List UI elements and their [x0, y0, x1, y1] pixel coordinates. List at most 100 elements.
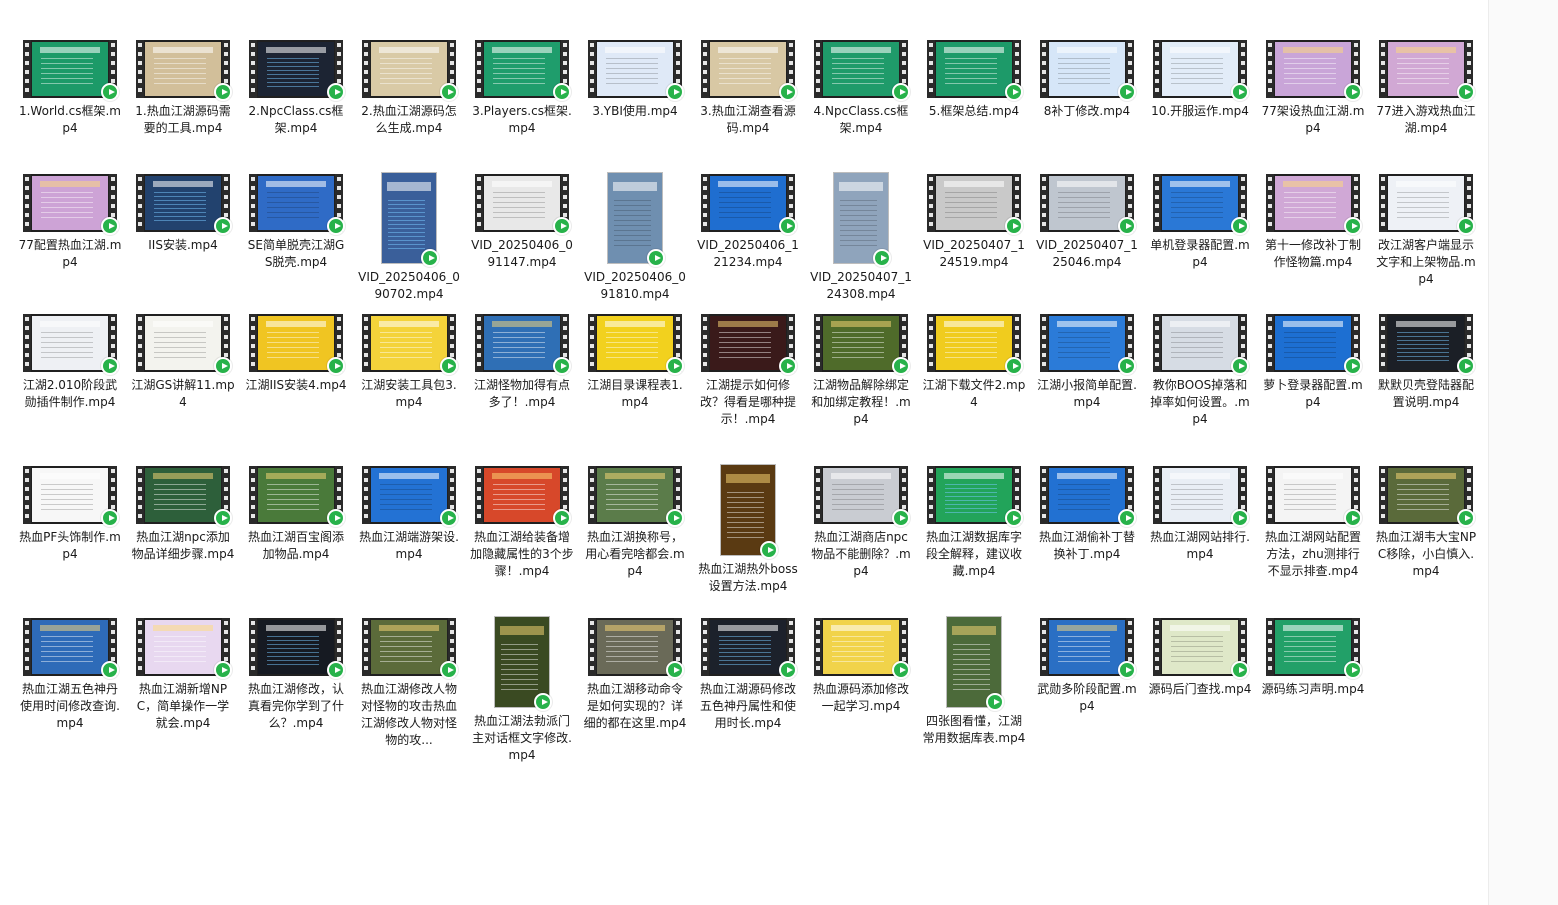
thumbnail-image [258, 620, 334, 674]
file-item[interactable]: 热血江湖五色神丹使用时间修改查询.mp4 [16, 616, 124, 732]
file-item[interactable]: 单机登录器配置.mp4 [1146, 172, 1254, 271]
file-item[interactable]: VID_20250407_124519.mp4 [920, 172, 1028, 271]
file-item[interactable]: 3.热血江湖查看源码.mp4 [694, 38, 802, 137]
file-item[interactable]: VID_20250406_121234.mp4 [694, 172, 802, 271]
video-thumbnail [136, 618, 232, 679]
file-name: SE简单脱壳江湖GS脱壳.mp4 [247, 238, 345, 269]
play-icon [1457, 83, 1475, 101]
file-item[interactable]: 77配置热血江湖.mp4 [16, 172, 124, 271]
film-strip-holes [1379, 40, 1387, 98]
thumbnail-image [1388, 176, 1464, 230]
file-item[interactable]: 热血江湖给装备增加隐藏属性的3个步骤！.mp4 [468, 464, 576, 580]
file-item[interactable]: 77进入游戏热血江湖.mp4 [1372, 38, 1480, 137]
file-item[interactable]: 江湖小报简单配置.mp4 [1033, 312, 1141, 411]
file-item[interactable]: 热血江湖源码修改五色神丹属性和使用时长.mp4 [694, 616, 802, 732]
file-item[interactable]: 江湖怪物加得有点多了！.mp4 [468, 312, 576, 411]
film-strip-holes [475, 174, 483, 232]
file-item[interactable]: 3.Players.cs框架.mp4 [468, 38, 576, 137]
file-item[interactable]: 江湖2.010阶段武勋插件制作.mp4 [16, 312, 124, 411]
thumbnail-image [32, 176, 108, 230]
file-item[interactable]: 热血江湖修改人物对怪物的攻击热血江湖修改人物对怪物的攻... [355, 616, 463, 749]
file-name: 源码后门查找.mp4 [1148, 682, 1252, 696]
file-item[interactable]: 改江湖客户端显示文字和上架物品.mp4 [1372, 172, 1480, 288]
file-name: 热血江湖npc添加物品详细步骤.mp4 [131, 530, 235, 561]
file-item[interactable]: 江湖下载文件2.mp4 [920, 312, 1028, 411]
play-icon [553, 509, 571, 527]
file-item[interactable]: 77架设热血江湖.mp4 [1259, 38, 1367, 137]
film-strip-holes [927, 174, 935, 232]
video-thumbnail [23, 314, 119, 375]
file-item[interactable]: 热血江湖网站配置方法，zhu测排行不显示排查.mp4 [1259, 464, 1367, 580]
file-item[interactable]: 四张图看懂，江湖常用数据库表.mp4 [920, 616, 1028, 747]
file-item[interactable]: 热血江湖移动命令是如何实现的？详细的都在这里.mp4 [581, 616, 689, 732]
play-icon [1118, 217, 1136, 235]
play-icon [1231, 83, 1249, 101]
thumbnail-image [823, 468, 899, 522]
file-item[interactable]: 热血江湖韦大宝NPC移除，小白慎入.mp4 [1372, 464, 1480, 580]
file-item[interactable]: 3.YBI使用.mp4 [581, 38, 689, 120]
file-item[interactable]: 1.热血江湖源码需要的工具.mp4 [129, 38, 237, 137]
file-item[interactable]: 第十一修改补丁制作怪物篇.mp4 [1259, 172, 1367, 271]
thumbnail-image [1162, 176, 1238, 230]
file-name: 2.热血江湖源码怎么生成.mp4 [361, 104, 457, 135]
film-strip-holes [1379, 466, 1387, 524]
film-strip-holes [1153, 466, 1161, 524]
film-strip-holes [362, 314, 370, 372]
file-item[interactable]: 热血江湖百宝阁添加物品.mp4 [242, 464, 350, 563]
file-item[interactable]: 武勋多阶段配置.mp4 [1033, 616, 1141, 715]
film-strip-holes [588, 40, 596, 98]
file-item[interactable]: 热血江湖换称号，用心看完啥都会.mp4 [581, 464, 689, 580]
film-strip-holes [1040, 466, 1048, 524]
file-item[interactable]: 10.开服运作.mp4 [1146, 38, 1254, 120]
file-item[interactable]: 热血江湖修改，认真看完你学到了什么？.mp4 [242, 616, 350, 732]
file-name: 3.热血江湖查看源码.mp4 [700, 104, 796, 135]
video-thumbnail [381, 172, 439, 267]
file-item[interactable]: 默默贝壳登陆器配置说明.mp4 [1372, 312, 1480, 411]
file-item[interactable]: VID_20250406_091810.mp4 [581, 172, 689, 303]
play-icon [327, 661, 345, 679]
file-item[interactable]: 热血江湖热外boss设置方法.mp4 [694, 464, 802, 595]
file-item[interactable]: 江湖物品解除绑定和加绑定教程！.mp4 [807, 312, 915, 428]
file-item[interactable]: 源码后门查找.mp4 [1146, 616, 1254, 698]
file-item[interactable]: 2.热血江湖源码怎么生成.mp4 [355, 38, 463, 137]
file-item[interactable]: 热血江湖数据库字段全解释，建议收藏.mp4 [920, 464, 1028, 580]
file-item[interactable]: VID_20250406_091147.mp4 [468, 172, 576, 271]
thumbnail-image [145, 468, 221, 522]
file-item[interactable]: VID_20250406_090702.mp4 [355, 172, 463, 303]
file-item[interactable]: 4.NpcClass.cs框架.mp4 [807, 38, 915, 137]
video-thumbnail [701, 174, 797, 235]
file-item[interactable]: 源码练习声明.mp4 [1259, 616, 1367, 698]
file-item[interactable]: 热血江湖端游架设.mp4 [355, 464, 463, 563]
file-item[interactable]: 教你BOOS掉落和掉率如何设置。.mp4 [1146, 312, 1254, 428]
file-item[interactable]: VID_20250407_124308.mp4 [807, 172, 915, 303]
file-item[interactable]: IIS安装.mp4 [129, 172, 237, 254]
file-item[interactable]: 热血江湖商店npc物品不能删除？.mp4 [807, 464, 915, 580]
play-icon [647, 249, 665, 267]
file-item[interactable]: 热血江湖法勃派门主对话框文字修改.mp4 [468, 616, 576, 764]
file-item[interactable]: 热血源码添加修改一起学习.mp4 [807, 616, 915, 715]
file-item[interactable]: 热血江湖新增NPC，简单操作一学就会.mp4 [129, 616, 237, 732]
file-item[interactable]: 2.NpcClass.cs框架.mp4 [242, 38, 350, 137]
file-item[interactable]: SE简单脱壳江湖GS脱壳.mp4 [242, 172, 350, 271]
right-pane [1488, 0, 1558, 905]
video-thumbnail [1040, 466, 1136, 527]
film-strip-holes [814, 314, 822, 372]
file-item[interactable]: 热血江湖npc添加物品详细步骤.mp4 [129, 464, 237, 563]
file-item[interactable]: 热血江湖网站排行.mp4 [1146, 464, 1254, 563]
file-item[interactable]: 1.World.cs框架.mp4 [16, 38, 124, 137]
thumbnail-image [1049, 316, 1125, 370]
file-item[interactable]: VID_20250407_125046.mp4 [1033, 172, 1141, 271]
file-name: 默默贝壳登陆器配置说明.mp4 [1377, 378, 1474, 409]
file-item[interactable]: 热血PF头饰制作.mp4 [16, 464, 124, 563]
file-item[interactable]: 江湖目录课程表1.mp4 [581, 312, 689, 411]
thumbnail-image [1049, 620, 1125, 674]
file-item[interactable]: 热血江湖偷补丁替换补丁.mp4 [1033, 464, 1141, 563]
file-name: 江湖2.010阶段武勋插件制作.mp4 [22, 378, 118, 409]
file-item[interactable]: 江湖安装工具包3.mp4 [355, 312, 463, 411]
file-item[interactable]: 江湖IIS安装4.mp4 [242, 312, 350, 394]
file-item[interactable]: 江湖提示如何修改？得看是哪种提示！.mp4 [694, 312, 802, 428]
file-item[interactable]: 8补丁修改.mp4 [1033, 38, 1141, 120]
file-item[interactable]: 5.框架总结.mp4 [920, 38, 1028, 120]
file-item[interactable]: 江湖GS讲解11.mp4 [129, 312, 237, 411]
file-item[interactable]: 萝卜登录器配置.mp4 [1259, 312, 1367, 411]
